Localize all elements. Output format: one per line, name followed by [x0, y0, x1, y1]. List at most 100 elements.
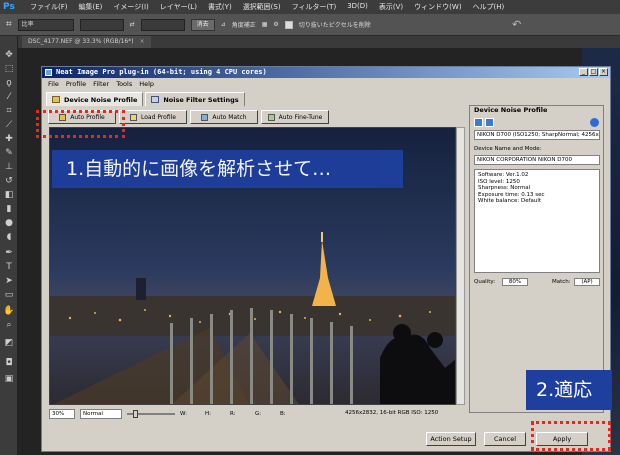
- auto-fine-tune-button[interactable]: Auto Fine-Tune: [261, 110, 329, 124]
- menu-edit[interactable]: 編集(E): [79, 2, 103, 12]
- profile-select[interactable]: NIKON D700 (ISO1250; SharpNormal; 4256x2…: [474, 130, 600, 140]
- red-label: R:: [230, 411, 236, 417]
- match-label: Match:: [552, 279, 571, 285]
- auto-match-icon: [201, 113, 209, 121]
- ni-menu-tools[interactable]: Tools: [116, 79, 132, 89]
- button-label: Auto Fine-Tune: [278, 113, 323, 121]
- ni-menu-file[interactable]: File: [48, 79, 59, 89]
- folder-icon: [130, 113, 138, 121]
- action-setup-button[interactable]: Action Setup: [426, 432, 476, 446]
- undo-icon[interactable]: ↶: [512, 18, 521, 31]
- cancel-button[interactable]: Cancel: [484, 432, 526, 446]
- preview-slider[interactable]: [127, 410, 175, 418]
- ni-titlebar[interactable]: Neat Image Pro plug-in (64-bit; using 4 …: [42, 67, 610, 78]
- healing-tool-icon[interactable]: ✚: [3, 134, 15, 144]
- close-icon[interactable]: ×: [140, 38, 145, 45]
- tab-label: Device Noise Profile: [64, 95, 138, 104]
- auto-profile-highlight: [36, 110, 125, 138]
- swap-icon[interactable]: ⇄: [130, 21, 135, 28]
- delete-cropped-checkbox[interactable]: [284, 20, 293, 29]
- ni-bottom-buttons: Action Setup Cancel Apply: [42, 426, 610, 450]
- ni-tabs: Device Noise Profile Noise Filter Settin…: [46, 92, 245, 106]
- stamp-tool-icon[interactable]: ⊥: [3, 162, 15, 172]
- button-label: Load Profile: [141, 113, 176, 121]
- menu-select[interactable]: 選択範囲(S): [243, 2, 281, 12]
- path-select-tool-icon[interactable]: ➤: [3, 276, 15, 286]
- save-profile-icon[interactable]: [485, 118, 494, 127]
- straighten-icon[interactable]: ⊿: [221, 21, 226, 28]
- menu-layer[interactable]: レイヤー(L): [160, 2, 197, 12]
- gradient-tool-icon[interactable]: ▮: [3, 204, 15, 214]
- ni-menu-help[interactable]: Help: [139, 79, 154, 89]
- load-profile-button[interactable]: Load Profile: [119, 110, 187, 124]
- menu-type[interactable]: 書式(Y): [208, 2, 232, 12]
- window-controls: _ □ ×: [579, 68, 608, 76]
- color-swatch-icon[interactable]: ◩: [3, 338, 15, 348]
- tab-device-noise-profile[interactable]: Device Noise Profile: [46, 92, 144, 106]
- eyedropper-tool-icon[interactable]: ⟋: [3, 120, 15, 130]
- history-brush-tool-icon[interactable]: ↺: [3, 176, 15, 186]
- menu-filter[interactable]: フィルター(T): [292, 2, 337, 12]
- button-label: Auto Match: [212, 113, 247, 121]
- quick-mask-icon[interactable]: ◘: [3, 358, 15, 368]
- device-noise-profile-panel: Device Noise Profile NIKON D700 (ISO1250…: [469, 105, 604, 413]
- menu-file[interactable]: ファイル(F): [30, 2, 68, 12]
- marquee-tool-icon[interactable]: ⬚: [3, 64, 15, 74]
- clear-button[interactable]: 消去: [190, 18, 215, 31]
- straighten-label[interactable]: 角度補正: [232, 20, 256, 29]
- hand-tool-icon[interactable]: ✋: [3, 306, 15, 316]
- pen-tool-icon[interactable]: ✒: [3, 248, 15, 258]
- maximize-icon[interactable]: □: [589, 68, 598, 76]
- height-input[interactable]: [140, 18, 185, 31]
- device-model-field[interactable]: NIKON CORPORATION NIKON D700: [474, 155, 600, 165]
- grid-overlay-icon[interactable]: ▦: [262, 21, 268, 28]
- menu-window[interactable]: ウィンドウ(W): [414, 2, 461, 12]
- dodge-tool-icon[interactable]: ◖: [3, 232, 15, 242]
- close-icon[interactable]: ×: [599, 68, 608, 76]
- apply-highlight: [531, 421, 611, 451]
- brush-tool-icon[interactable]: ✎: [3, 148, 15, 158]
- lasso-tool-icon[interactable]: ϙ: [3, 78, 15, 88]
- ps-options-bar: ⌗ 比率 ⇄ 消去 ⊿ 角度補正 ▦ ⚙ 切り抜いたピクセルを削除 ↶: [0, 14, 620, 36]
- profile-info-box: Software: Ver.1.02 ISO level: 1250 Sharp…: [474, 169, 600, 273]
- ps-document-tabs: DSC_4177.NEF @ 33.3% (RGB/16*) ×: [18, 36, 620, 48]
- zoom-select[interactable]: 30%: [49, 409, 75, 419]
- eraser-tool-icon[interactable]: ◧: [3, 190, 15, 200]
- ps-menubar: Ps ファイル(F) 編集(E) イメージ(I) レイヤー(L) 書式(Y) 選…: [0, 0, 620, 14]
- document-tab[interactable]: DSC_4177.NEF @ 33.3% (RGB/16*) ×: [22, 36, 151, 48]
- open-profile-icon[interactable]: [474, 118, 483, 127]
- view-mode-select[interactable]: Normal: [80, 409, 122, 419]
- menu-help[interactable]: ヘルプ(H): [473, 2, 505, 12]
- crop-tool-icon[interactable]: ⌗: [3, 106, 15, 116]
- ni-menu-filter[interactable]: Filter: [93, 79, 109, 89]
- shape-tool-icon[interactable]: ▭: [3, 290, 15, 300]
- move-tool-icon[interactable]: ✥: [3, 50, 15, 60]
- type-tool-icon[interactable]: T: [3, 262, 15, 272]
- slider-thumb[interactable]: [133, 410, 138, 418]
- tab-noise-filter-settings[interactable]: Noise Filter Settings: [145, 92, 245, 106]
- crop-tool-icon[interactable]: ⌗: [6, 19, 12, 30]
- auto-match-button[interactable]: Auto Match: [190, 110, 258, 124]
- blur-tool-icon[interactable]: ●: [3, 218, 15, 228]
- width-input[interactable]: [79, 18, 124, 31]
- match-value: (AP): [574, 278, 600, 286]
- quick-select-tool-icon[interactable]: ⁄: [3, 92, 15, 102]
- quality-value: 80%: [502, 278, 528, 286]
- green-label: G:: [255, 411, 262, 417]
- panel-title: Device Noise Profile: [474, 106, 548, 114]
- settings-gear-icon[interactable]: ⚙: [273, 21, 278, 28]
- screen-mode-icon[interactable]: ▣: [3, 374, 15, 384]
- ni-menu-profile[interactable]: Profile: [66, 79, 86, 89]
- delete-cropped-label: 切り抜いたピクセルを削除: [298, 22, 371, 29]
- zoom-tool-icon[interactable]: ⌕: [3, 320, 15, 330]
- minimize-icon[interactable]: _: [579, 68, 588, 76]
- menu-view[interactable]: 表示(V): [379, 2, 403, 12]
- panel-icon-row: [474, 118, 494, 127]
- vertical-scrollbar[interactable]: [456, 127, 465, 405]
- menu-3d[interactable]: 3D(D): [347, 2, 368, 12]
- menu-image[interactable]: イメージ(I): [113, 2, 148, 12]
- help-icon[interactable]: [590, 118, 599, 127]
- ratio-select[interactable]: 比率: [17, 18, 74, 31]
- fine-tune-icon: [267, 113, 275, 121]
- device-name-label: Device Name and Mode:: [474, 146, 542, 152]
